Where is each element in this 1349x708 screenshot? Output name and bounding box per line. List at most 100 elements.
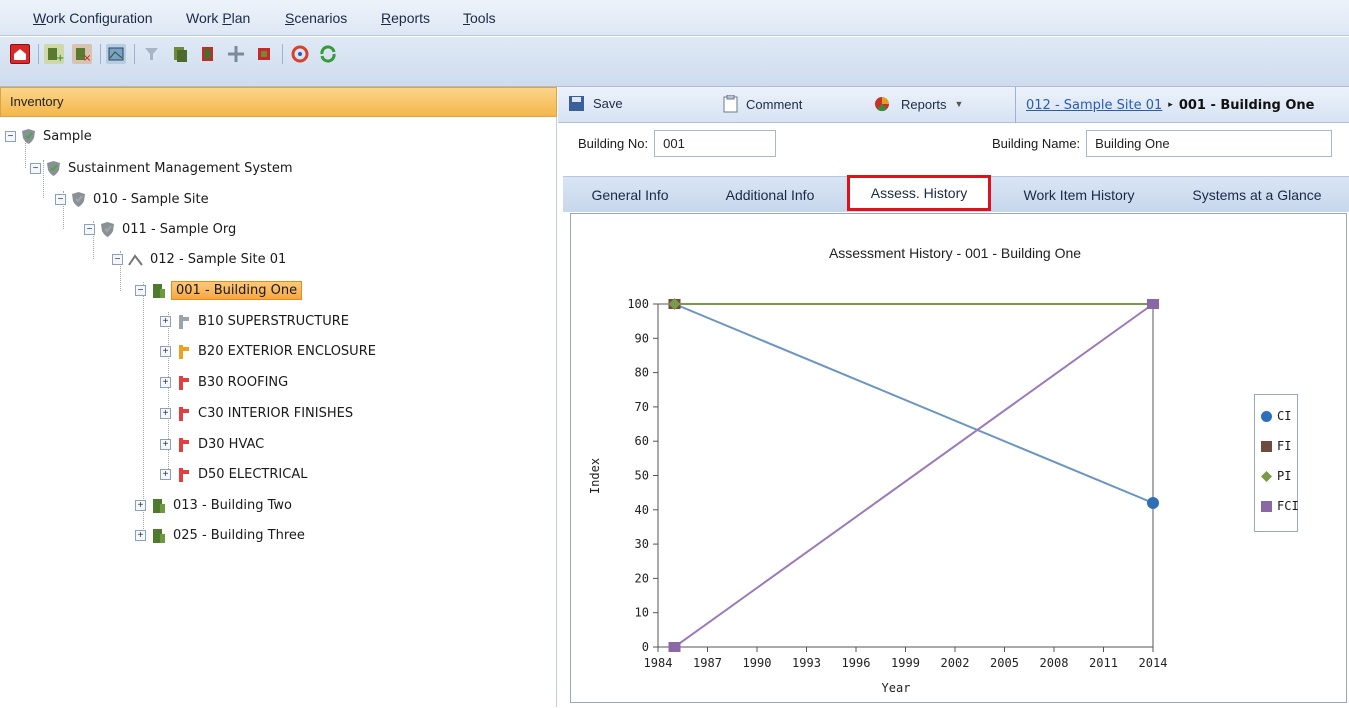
shield-icon [101,221,114,237]
legend-item-ci: CI [1261,409,1291,423]
y-tick-label: 80 [635,366,649,380]
shield-icon [22,128,35,144]
x-axis-label: Year [882,681,911,695]
tab-systems-at-a-glance[interactable]: Systems at a Glance [1167,177,1347,213]
book-icon[interactable] [198,44,218,64]
y-axis: 0 10 20 30 40 50 60 70 80 90 100 [627,297,658,654]
expand-icon[interactable]: + [135,499,146,511]
refresh-icon[interactable] [290,44,310,64]
y-tick-label: 70 [635,400,649,414]
collapse-icon[interactable]: − [84,223,95,235]
series-line-ci [674,303,1154,504]
system-red-icon [179,375,189,390]
collapse-icon[interactable]: − [5,130,16,142]
clipboard-icon [723,95,738,113]
collapse-icon[interactable]: − [55,193,66,205]
main-toolbar: + × [0,37,1349,87]
breadcrumb-separator-icon: ▸ [1168,100,1173,110]
expand-icon[interactable]: + [135,529,146,541]
save-icon [569,96,584,111]
expand-icon[interactable]: + [160,468,171,480]
tab-work-item-history[interactable]: Work Item History [1001,177,1157,213]
sync-icon[interactable] [318,44,338,64]
home-icon[interactable] [10,44,30,64]
x-tick-label: 2011 [1089,656,1118,670]
copy-icon[interactable] [170,44,190,64]
tab-general-info[interactable]: General Info [565,177,695,213]
building-no-field[interactable] [654,130,777,157]
legend-marker-pi [1261,470,1272,482]
collapse-icon[interactable]: − [135,284,146,296]
assessment-history-chart: Assessment History - 001 - Building One … [588,245,1167,695]
collapse-icon[interactable]: − [30,162,41,174]
expand-icon[interactable]: + [160,407,171,419]
tab-assess-history[interactable]: Assess. History [847,175,991,211]
comment-button[interactable]: Comment [723,95,802,113]
y-axis-label: Index [588,458,602,494]
expand-icon[interactable]: + [160,345,171,357]
tree-node-013-building-two[interactable]: + 013 - Building Two [135,494,294,516]
tree-node-d30[interactable]: + D30 HVAC [160,433,266,455]
tree-node-c30[interactable]: + C30 INTERIOR FINISHES [160,402,355,424]
menu-reports[interactable]: Reports [381,10,430,26]
tree-node-b10[interactable]: + B10 SUPERSTRUCTURE [160,310,351,332]
legend-item-fi: FI [1261,439,1291,453]
shield-icon [47,160,60,176]
tree-node-011-sample-org[interactable]: − 011 - Sample Org [84,218,238,240]
menu-work-plan[interactable]: Work Plan [186,10,250,26]
site-flag-icon [128,253,143,266]
building-name-row: Building Name: [992,130,1333,157]
building-icon [153,528,165,543]
shield-icon [72,191,85,207]
menu-bar: Work Configuration Work Plan Scenarios R… [0,0,1349,36]
tree-node-001-building-one[interactable]: − 001 - Building One [135,279,303,301]
menu-tools[interactable]: Tools [463,10,496,26]
expand-icon[interactable]: + [160,315,171,327]
expand-icon[interactable]: + [160,438,171,450]
building-name-field[interactable] [1086,130,1333,157]
building-icon [153,498,165,513]
tree-node-010-sample-site[interactable]: − 010 - Sample Site [55,188,211,210]
filter-icon[interactable] [142,44,162,64]
tab-additional-info[interactable]: Additional Info [705,177,835,213]
x-tick-label: 1984 [644,656,673,670]
menu-work-configuration[interactable]: Work Configuration [33,10,153,26]
y-tick-label: 60 [635,434,649,448]
x-tick-label: 2002 [941,656,970,670]
building-name-label: Building Name: [992,136,1081,151]
tree-node-012-sample-site-01[interactable]: − 012 - Sample Site 01 [112,248,288,270]
breadcrumb: 012 - Sample Site 01 ▸ 001 - Building On… [1015,87,1314,123]
save-button[interactable]: Save [568,95,623,112]
expand-icon[interactable]: + [160,376,171,388]
system-red-icon [179,406,189,421]
y-tick-label: 50 [635,469,649,483]
export-icon[interactable] [254,44,274,64]
tree-node-sample[interactable]: − Sample [5,125,94,147]
collapse-icon[interactable]: − [112,253,123,265]
add-building-icon[interactable]: + [44,44,64,64]
move-icon[interactable] [226,44,246,64]
svg-text:+: + [56,53,64,64]
breadcrumb-current: 001 - Building One [1178,97,1315,113]
plot-area [657,298,1159,652]
tree-node-d50[interactable]: + D50 ELECTRICAL [160,463,309,485]
y-tick-label: 40 [635,503,649,517]
breadcrumb-parent-link[interactable]: 012 - Sample Site 01 [1026,98,1162,113]
y-tick-label: 100 [627,297,649,311]
x-tick-label: 1993 [792,656,821,670]
tree-node-025-building-three[interactable]: + 025 - Building Three [135,524,307,546]
y-tick-label: 30 [635,537,649,551]
map-icon[interactable] [106,44,126,64]
menu-scenarios[interactable]: Scenarios [285,10,347,26]
legend-item-fci: FCI [1261,499,1299,513]
data-point-fci [1147,299,1159,309]
tree-node-b30[interactable]: + B30 ROOFING [160,371,290,393]
delete-building-icon[interactable]: × [72,44,92,64]
legend-marker-fi [1261,440,1272,452]
inventory-tree: − Sample − Sustainment Management System… [0,117,557,707]
data-point-fci [668,642,681,652]
tree-node-b20[interactable]: + B20 EXTERIOR ENCLOSURE [160,340,378,362]
data-point-ci [1147,496,1159,509]
reports-button[interactable]: Reports ▼ [873,95,963,113]
tree-node-sustainment[interactable]: − Sustainment Management System [30,157,295,179]
